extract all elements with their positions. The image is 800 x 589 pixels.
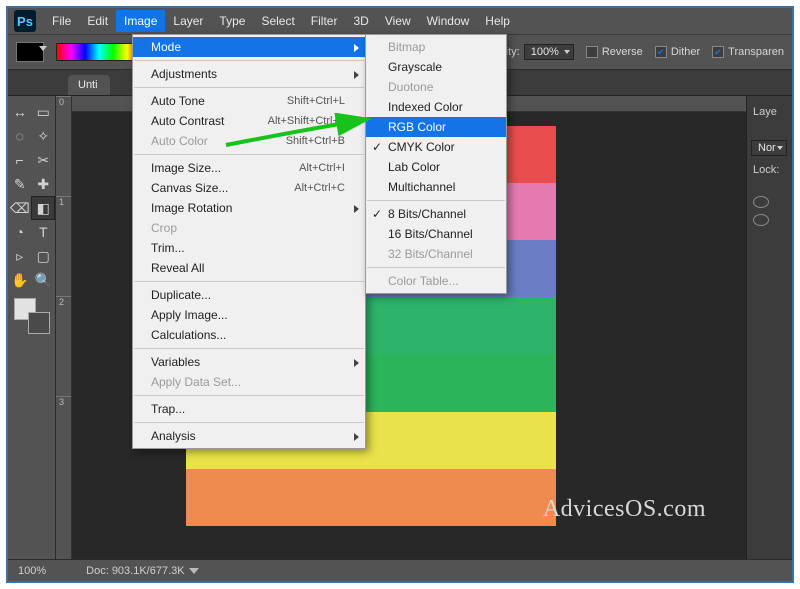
transparency-checkbox[interactable]: Transparen [712, 46, 784, 58]
ruler-mark: 2 [56, 296, 71, 396]
visibility-eye-icon[interactable] [753, 196, 769, 208]
image-menu-dropdown: ModeAdjustmentsAuto ToneShift+Ctrl+LAuto… [132, 34, 366, 449]
checkbox-icon [655, 46, 667, 58]
doc-size-status[interactable]: Doc: 903.1K/677.3K [86, 565, 184, 577]
menu-separator [134, 60, 364, 61]
watermark-text: AdvicesOS.com [543, 496, 706, 523]
foreground-color-swatch[interactable] [16, 42, 44, 62]
menuitem-image-rotation[interactable]: Image Rotation [133, 198, 365, 218]
layers-panel-title: Laye [751, 102, 788, 122]
menuitem-indexed-color[interactable]: Indexed Color [366, 97, 506, 117]
menu-filter[interactable]: Filter [303, 10, 346, 32]
menuitem-duotone: Duotone [366, 77, 506, 97]
lock-label: Lock: [751, 160, 788, 180]
menu-file[interactable]: File [44, 10, 79, 32]
menu-view[interactable]: View [377, 10, 419, 32]
menu-separator [134, 348, 364, 349]
tool-button[interactable]: ◔ [8, 220, 32, 244]
menuitem-adjustments[interactable]: Adjustments [133, 64, 365, 84]
menuitem-apply-data-set-: Apply Data Set... [133, 372, 365, 392]
menuitem-mode[interactable]: Mode [133, 37, 365, 57]
tool-button[interactable]: ◧ [31, 196, 55, 220]
menu-3d[interactable]: 3D [345, 10, 376, 32]
menuitem-lab-color[interactable]: Lab Color [366, 157, 506, 177]
menuitem-calculations-[interactable]: Calculations... [133, 325, 365, 345]
menuitem-auto-color: Auto ColorShift+Ctrl+B [133, 131, 365, 151]
menu-layer[interactable]: Layer [165, 10, 211, 32]
ruler-mark: 1 [56, 196, 71, 296]
background-swatch[interactable] [28, 312, 50, 334]
status-menu-icon[interactable] [189, 568, 199, 574]
menu-type[interactable]: Type [211, 10, 253, 32]
menuitem-bitmap: Bitmap [366, 37, 506, 57]
dither-checkbox[interactable]: Dither [655, 46, 700, 58]
tool-button[interactable]: ▭ [32, 100, 56, 124]
menuitem--bits-channel: 32 Bits/Channel [366, 244, 506, 264]
visibility-eye-icon[interactable] [753, 214, 769, 226]
tool-button[interactable]: ▹ [8, 244, 32, 268]
menuitem-crop: Crop [133, 218, 365, 238]
menu-edit[interactable]: Edit [79, 10, 116, 32]
tool-button[interactable]: ✚ [32, 172, 56, 196]
tool-button[interactable]: ◌ [8, 124, 32, 148]
tool-button[interactable]: ⌫ [8, 196, 31, 220]
menuitem-auto-contrast[interactable]: Auto ContrastAlt+Shift+Ctrl+L [133, 111, 365, 131]
menu-separator [134, 281, 364, 282]
mode-submenu: BitmapGrayscaleDuotoneIndexed ColorRGB C… [365, 34, 507, 294]
menubar: Ps FileEditImageLayerTypeSelectFilter3DV… [8, 8, 792, 34]
menuitem-auto-tone[interactable]: Auto ToneShift+Ctrl+L [133, 91, 365, 111]
menu-separator [367, 200, 505, 201]
menuitem-trim-[interactable]: Trim... [133, 238, 365, 258]
menu-separator [134, 395, 364, 396]
menuitem-apply-image-[interactable]: Apply Image... [133, 305, 365, 325]
menuitem-reveal-all[interactable]: Reveal All [133, 258, 365, 278]
menuitem-duplicate-[interactable]: Duplicate... [133, 285, 365, 305]
tool-button[interactable]: ✋ [8, 268, 32, 292]
menuitem-cmyk-color[interactable]: CMYK Color [366, 137, 506, 157]
tool-button[interactable]: 🔍 [32, 268, 56, 292]
blend-mode-dropdown[interactable]: Nor [751, 140, 787, 156]
menu-separator [134, 154, 364, 155]
menuitem-analysis[interactable]: Analysis [133, 426, 365, 446]
tool-button[interactable]: T [32, 220, 56, 244]
checkbox-icon [712, 46, 724, 58]
tool-button[interactable]: ✎ [8, 172, 32, 196]
gradient-preset-swatch[interactable] [56, 43, 142, 61]
menu-image[interactable]: Image [116, 10, 165, 32]
zoom-level[interactable]: 100% [18, 565, 46, 577]
app-logo: Ps [14, 10, 36, 32]
menuitem-rgb-color[interactable]: RGB Color [366, 117, 506, 137]
opacity-dropdown[interactable]: 100% [524, 44, 574, 60]
document-tab[interactable]: Unti [68, 75, 110, 95]
tool-button[interactable]: ✧ [32, 124, 56, 148]
ruler-mark: 3 [56, 396, 71, 496]
tool-button[interactable]: ⌐ [8, 148, 32, 172]
menuitem-canvas-size-[interactable]: Canvas Size...Alt+Ctrl+C [133, 178, 365, 198]
vertical-ruler: 0123 [56, 96, 72, 559]
reverse-checkbox[interactable]: Reverse [586, 46, 643, 58]
menu-separator [367, 267, 505, 268]
tool-button[interactable]: ✂ [32, 148, 56, 172]
menuitem-variables[interactable]: Variables [133, 352, 365, 372]
stripe [186, 469, 556, 526]
menuitem-image-size-[interactable]: Image Size...Alt+Ctrl+I [133, 158, 365, 178]
menu-select[interactable]: Select [253, 10, 302, 32]
menuitem--bits-channel[interactable]: 16 Bits/Channel [366, 224, 506, 244]
layers-panel: Laye Nor Lock: [746, 96, 792, 559]
menu-separator [134, 87, 364, 88]
ruler-mark: 0 [56, 96, 71, 196]
menuitem--bits-channel[interactable]: 8 Bits/Channel [366, 204, 506, 224]
menuitem-multichannel[interactable]: Multichannel [366, 177, 506, 197]
menuitem-color-table-: Color Table... [366, 271, 506, 291]
menu-window[interactable]: Window [419, 10, 478, 32]
status-bar: 100% Doc: 903.1K/677.3K [8, 559, 792, 581]
tool-button[interactable]: ↔ [8, 100, 32, 124]
menu-separator [134, 422, 364, 423]
tool-button[interactable]: ▢ [32, 244, 56, 268]
menuitem-grayscale[interactable]: Grayscale [366, 57, 506, 77]
checkbox-icon [586, 46, 598, 58]
menuitem-trap-[interactable]: Trap... [133, 399, 365, 419]
toolbox: ↔▭◌✧⌐✂✎✚⌫◧◔T▹▢✋🔍 [8, 96, 56, 559]
menu-help[interactable]: Help [477, 10, 518, 32]
